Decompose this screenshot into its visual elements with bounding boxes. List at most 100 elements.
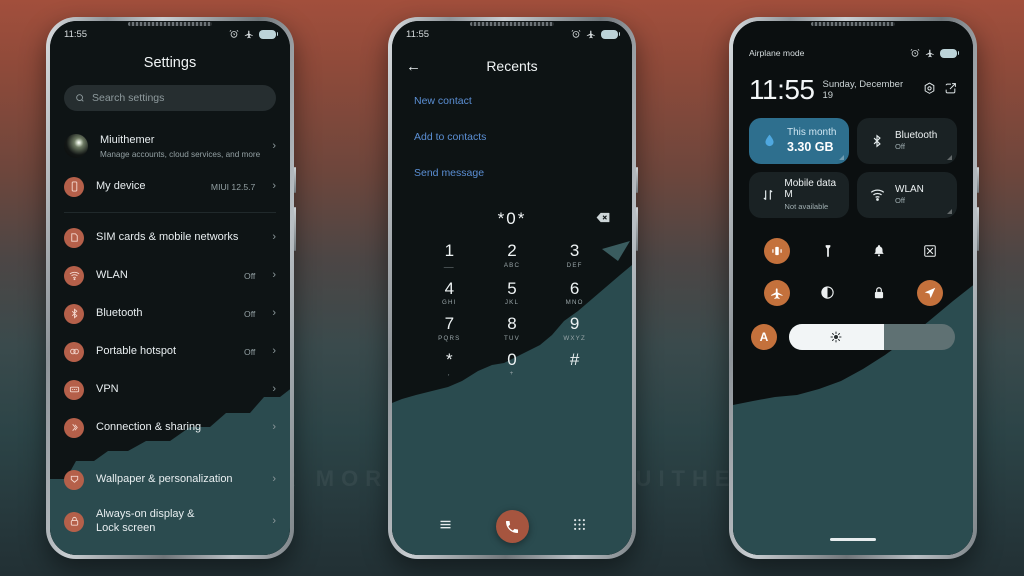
dark-mode-icon[interactable] (815, 280, 841, 306)
sidebar-item-portable-hotspot[interactable]: Portable hotspot Off › (50, 333, 290, 371)
settings-gear-icon[interactable] (923, 82, 936, 104)
send-message-link[interactable]: Send message (414, 167, 632, 179)
lock-icon (64, 511, 84, 532)
bell-icon[interactable] (866, 238, 892, 264)
tile-line2: 3.30 GB (787, 139, 834, 154)
screenshot-icon[interactable] (917, 238, 943, 264)
wifi-icon (868, 187, 886, 202)
key-digit: 0 (507, 349, 517, 369)
phone-settings: 11:55 Settings Search settings Miuitheme… (46, 17, 296, 559)
airplane-icon[interactable] (763, 279, 790, 306)
key-7[interactable]: 7 PQRS (418, 314, 481, 342)
dialpad-icon[interactable] (572, 517, 587, 537)
status-time: 11:55 (64, 28, 88, 40)
key-6[interactable]: 6 MNO (543, 279, 606, 307)
airplane-icon (244, 30, 254, 39)
key-letters: DEF (566, 261, 583, 269)
volume-button[interactable] (636, 207, 638, 251)
sim-icon (64, 227, 84, 248)
settings-list: Miuithemer Manage accounts, cloud servic… (50, 125, 290, 544)
key-8[interactable]: 8 TUV (481, 314, 544, 342)
key-letters: ⸺ (443, 263, 456, 271)
tile-bluetooth[interactable]: Bluetooth Off (857, 117, 957, 164)
sidebar-item-bluetooth[interactable]: Bluetooth Off › (50, 295, 290, 333)
list-gap (50, 447, 290, 461)
tile-mobile-data[interactable]: Mobile data M Not available (749, 171, 849, 218)
volume-button[interactable] (977, 207, 979, 251)
power-button[interactable] (977, 167, 979, 193)
chevron-right-icon: › (272, 473, 276, 486)
menu-icon[interactable] (438, 517, 453, 537)
tile-line1: Bluetooth (895, 129, 938, 141)
item-label: My device (96, 179, 146, 192)
brightness-slider[interactable] (789, 323, 955, 350)
tile-expand-corner[interactable] (947, 208, 952, 214)
key-digit: # (569, 349, 580, 369)
tile-line2: Not available (784, 201, 829, 211)
sidebar-item-my-device[interactable]: My device MIUI 12.5.7 › (50, 168, 290, 206)
vibrate-icon[interactable] (763, 237, 790, 264)
avatar (64, 134, 88, 159)
key-3[interactable]: 3 DEF (543, 241, 606, 271)
key-2[interactable]: 2 ABC (481, 241, 544, 271)
toggle-grid (733, 218, 973, 306)
key-letters: JKL (504, 299, 520, 307)
item-label: Portable hotspot (96, 344, 177, 357)
tile-expand-corner[interactable] (947, 154, 952, 160)
item-label: Always-on display & Lock screen (96, 507, 195, 534)
tile-line1: WLAN (895, 183, 924, 195)
key-digit: 7 (444, 314, 455, 334)
search-input[interactable]: Search settings (64, 85, 276, 111)
chevron-right-icon: › (272, 307, 276, 320)
home-indicator[interactable] (830, 538, 876, 541)
dialer-header: ← Recents (392, 51, 632, 81)
key-0[interactable]: 0 + (481, 350, 544, 378)
account-row[interactable]: Miuithemer Manage accounts, cloud servic… (50, 125, 290, 168)
add-to-contacts-link[interactable]: Add to contacts (414, 131, 632, 143)
call-button[interactable] (495, 510, 529, 543)
key-digit: 8 (507, 314, 517, 334)
sidebar-item-wlan[interactable]: WLAN Off › (50, 257, 290, 295)
sidebar-item-vpn[interactable]: VPN › (50, 371, 290, 409)
sidebar-item-always-on-display[interactable]: Always-on display & Lock screen › (50, 499, 290, 545)
location-icon[interactable] (916, 279, 943, 306)
key-hash[interactable]: # (543, 350, 606, 378)
volume-button[interactable] (294, 207, 296, 251)
new-contact-link[interactable]: New contact (414, 95, 632, 107)
sidebar-item-sim-cards[interactable]: SIM cards & mobile networks › (50, 219, 290, 257)
sidebar-item-wallpaper[interactable]: Wallpaper & personalization › (50, 461, 290, 499)
key-star[interactable]: *, (418, 350, 481, 378)
date-label: Sunday, December 19 (822, 78, 904, 101)
quick-tiles: This month 3.30 GB Bluetooth Off Mobile … (733, 104, 973, 218)
wallpaper-icon (64, 469, 84, 490)
key-9[interactable]: 9 WXYZ (543, 314, 606, 342)
account-name: Miuithemer (100, 134, 155, 146)
sidebar-item-connection-sharing[interactable]: Connection & sharing › (50, 409, 290, 447)
alarm-icon (229, 29, 239, 38)
dialed-number: *0* (497, 209, 527, 228)
settings-screen: 11:55 Settings Search settings Miuitheme… (50, 21, 290, 555)
tile-expand-corner[interactable] (839, 154, 844, 160)
chevron-right-icon: › (272, 180, 276, 193)
flashlight-icon[interactable] (815, 238, 841, 264)
key-digit: 4 (444, 278, 455, 298)
item-label: Bluetooth (96, 306, 143, 319)
device-icon (64, 176, 84, 197)
key-digit: * (446, 349, 453, 369)
key-5[interactable]: 5 JKL (481, 279, 544, 307)
earpiece-grille (128, 22, 212, 26)
auto-brightness-icon[interactable]: A (751, 323, 777, 350)
key-4[interactable]: 4 GHI (418, 279, 481, 307)
tile-wlan[interactable]: WLAN Off (857, 171, 957, 218)
item-value: Off (244, 346, 256, 357)
power-button[interactable] (294, 167, 296, 193)
power-button[interactable] (636, 167, 638, 193)
tile-line1: This month (787, 127, 837, 139)
backspace-icon[interactable] (596, 210, 610, 228)
lock-icon[interactable] (866, 280, 892, 306)
chevron-right-icon: › (272, 269, 276, 282)
tile-data-usage[interactable]: This month 3.30 GB (749, 117, 849, 164)
key-1[interactable]: 1 ⸺ (418, 241, 481, 271)
edit-icon[interactable] (944, 82, 957, 104)
battery-icon (940, 48, 959, 58)
